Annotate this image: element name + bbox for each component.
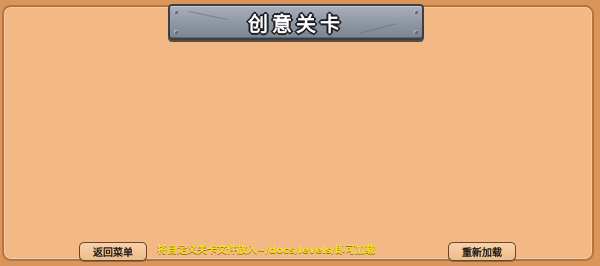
plate-crack xyxy=(188,10,228,21)
plate-crack xyxy=(360,23,396,34)
plate-rivet xyxy=(174,10,178,14)
game-screen: 创意关卡 返回菜单 将自定义关卡文件放入~/docs/levels/即可加载 重… xyxy=(0,0,600,266)
back-to-menu-button[interactable]: 返回菜单 xyxy=(79,242,147,261)
plate-rivet xyxy=(414,10,418,14)
level-panel xyxy=(2,5,594,261)
plate-rivet xyxy=(174,30,178,34)
reload-button[interactable]: 重新加载 xyxy=(448,242,516,261)
title-plate: 创意关卡 xyxy=(168,4,424,40)
custom-level-hint: 将自定义关卡文件放入~/docs/levels/即可加载 xyxy=(157,245,376,256)
page-title: 创意关卡 xyxy=(248,11,344,36)
plate-rivet xyxy=(414,30,418,34)
